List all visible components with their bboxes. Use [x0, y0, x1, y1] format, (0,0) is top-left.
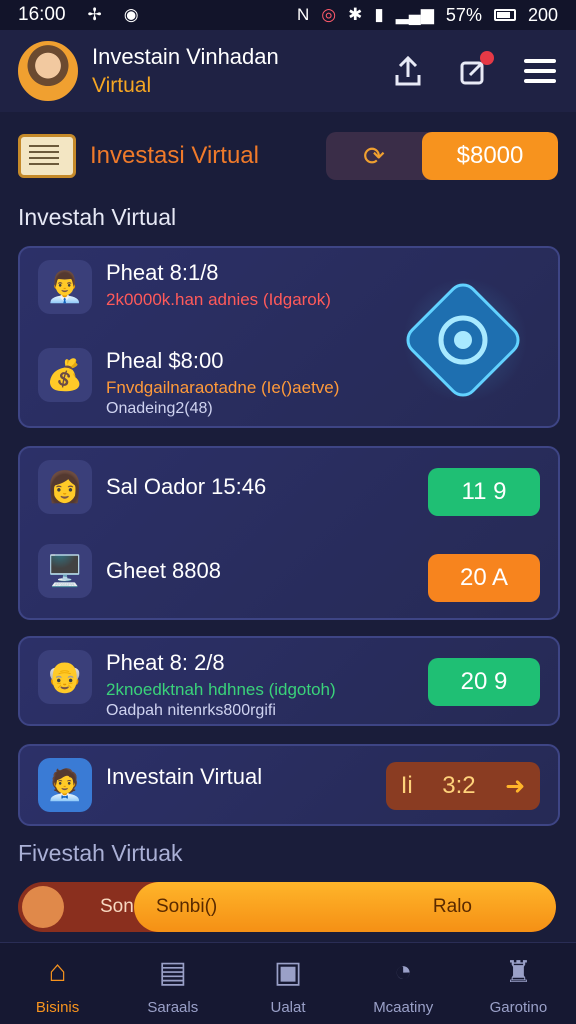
investor-avatar-icon: 👨‍💼 — [38, 260, 92, 314]
hamburger-line — [524, 69, 556, 73]
person-avatar-icon: 👩 — [38, 460, 92, 514]
bell-icon: ♜ — [504, 956, 532, 989]
refresh-icon[interactable]: ⟳ — [326, 141, 422, 172]
toggle-center-label: Sonbi() — [156, 896, 218, 917]
coins-icon: 💰 — [38, 348, 92, 402]
status-bar: 16:00 ✢ ◉ N ◎ ✱ ▮ ▂▄▆ 57% 200 — [0, 0, 576, 30]
home-icon: ⌂ — [48, 955, 67, 988]
nav-item-home[interactable]: ⌂ Bisinis — [0, 943, 115, 1024]
pinwheel-icon: ✢ — [87, 5, 102, 24]
timer-icon: ◔ — [394, 955, 413, 988]
hamburger-line — [524, 59, 556, 63]
card-subtitle: 2knoedktnah hdhnes (idgotoh) — [106, 680, 336, 699]
pill-icon: Ii — [400, 772, 413, 799]
app-header: Investain Vinhadan Virtual — [0, 30, 576, 112]
signal-icon: ▂▄▆ — [395, 5, 434, 24]
arrow-right-icon: ➜ — [505, 772, 526, 800]
investment-card[interactable]: 👩 Sal Oador 15:46 11 9 🖥️ Gheet 8808 20 … — [18, 446, 560, 620]
card-title: Gheet 8808 — [106, 558, 221, 583]
card-detail: Oadpah nitenrks800rgifi — [106, 702, 276, 719]
nav-label: Ualat — [270, 999, 306, 1016]
toggle-right-label: Ralo — [432, 896, 472, 917]
investment-card[interactable]: 👨‍💼 Pheat 8:1/8 2k0000k.han adnies (Idga… — [18, 246, 560, 428]
balance-box[interactable]: ⟳ $8000 — [326, 132, 558, 180]
bluetooth-icon: ✱ — [348, 5, 363, 24]
header-title: Investain Vinhadan — [92, 44, 279, 69]
messenger-icon: ◉ — [123, 5, 139, 24]
alarm-icon: ◎ — [321, 5, 337, 24]
status-time: 16:00 — [18, 4, 66, 25]
nav-item-timer[interactable]: ◔ Mcaatiny — [346, 943, 461, 1024]
balance-label: Investasi Virtual — [90, 142, 259, 169]
nav-item-bell[interactable]: ♜ Garotino — [461, 943, 576, 1024]
header-subtitle: Virtual — [92, 74, 152, 97]
value-pill[interactable]: 20 9 — [428, 658, 540, 706]
balance-amount: $8000 — [422, 132, 558, 180]
nfc-icon: N — [296, 5, 310, 24]
card-subtitle: Fnvdgailnaraotadne (Ie()aetve) — [106, 378, 340, 397]
card-title: Pheal $8:00 — [106, 348, 224, 373]
avatar[interactable] — [18, 41, 78, 101]
mode-toggle[interactable]: Son Sonbi() Ralo — [18, 882, 556, 932]
toggle-knob[interactable] — [22, 886, 64, 928]
bottom-nav: ⌂ Bisinis ▤ Saraals ▣ Ualat ◔ Mcaatiny ♜… — [0, 942, 576, 1024]
card-subtitle: 2k0000k.han adnies (Idgarok) — [106, 290, 331, 309]
battery-icon — [493, 9, 516, 21]
notification-badge — [480, 51, 494, 65]
battery-percent: 57% — [445, 4, 482, 25]
menu-button[interactable] — [522, 53, 558, 89]
nav-label: Bisinis — [35, 999, 80, 1016]
nav-label: Garotino — [489, 999, 548, 1016]
upload-button[interactable] — [390, 53, 426, 89]
section-title: Fivestah Virtuak — [18, 840, 183, 866]
nav-label: Mcaatiny — [373, 999, 434, 1016]
card-title: Pheat 8: 2/8 — [106, 650, 225, 675]
card-title: Investain Virtual — [106, 764, 263, 789]
hamburger-line — [524, 79, 556, 83]
nav-label: Saraals — [147, 999, 199, 1016]
investment-card[interactable]: 🧑‍💼 Investain Virtual Ii 3:2 ➜ — [18, 744, 560, 826]
battery-small-icon: ▮ — [374, 5, 384, 24]
toggle-left-label: Son — [100, 896, 134, 917]
nav-item-wallet[interactable]: ▣ Ualat — [230, 943, 345, 1024]
monitor-icon: 🖥️ — [38, 544, 92, 598]
card-title: Pheat 8:1/8 — [106, 260, 219, 285]
pill-value: 3:2 — [442, 772, 476, 799]
status-right-time: 200 — [527, 4, 558, 25]
card-title: Sal Oador 15:46 — [106, 474, 267, 499]
investor-coins-icon: 👴 — [38, 650, 92, 704]
upload-icon — [395, 55, 421, 86]
section-title: Investah Virtual — [18, 204, 177, 230]
document-icon — [18, 134, 76, 178]
wallet-icon: ▣ — [273, 956, 303, 989]
notification-button[interactable] — [456, 51, 494, 89]
value-pill[interactable]: 11 9 — [428, 468, 540, 516]
investment-card[interactable]: 👴 Pheat 8: 2/8 2knoedktnah hdhnes (idgot… — [18, 636, 560, 726]
user-badge-icon: 🧑‍💼 — [38, 758, 92, 812]
card-detail: Onadeing2(48) — [106, 400, 213, 417]
value-pill[interactable]: 20 A — [428, 554, 540, 602]
nav-item-store[interactable]: ▤ Saraals — [115, 943, 230, 1024]
value-pill[interactable]: Ii 3:2 ➜ — [386, 762, 540, 810]
balance-row: Investasi Virtual ⟳ $8000 — [18, 128, 558, 184]
store-icon: ▤ — [158, 956, 187, 989]
